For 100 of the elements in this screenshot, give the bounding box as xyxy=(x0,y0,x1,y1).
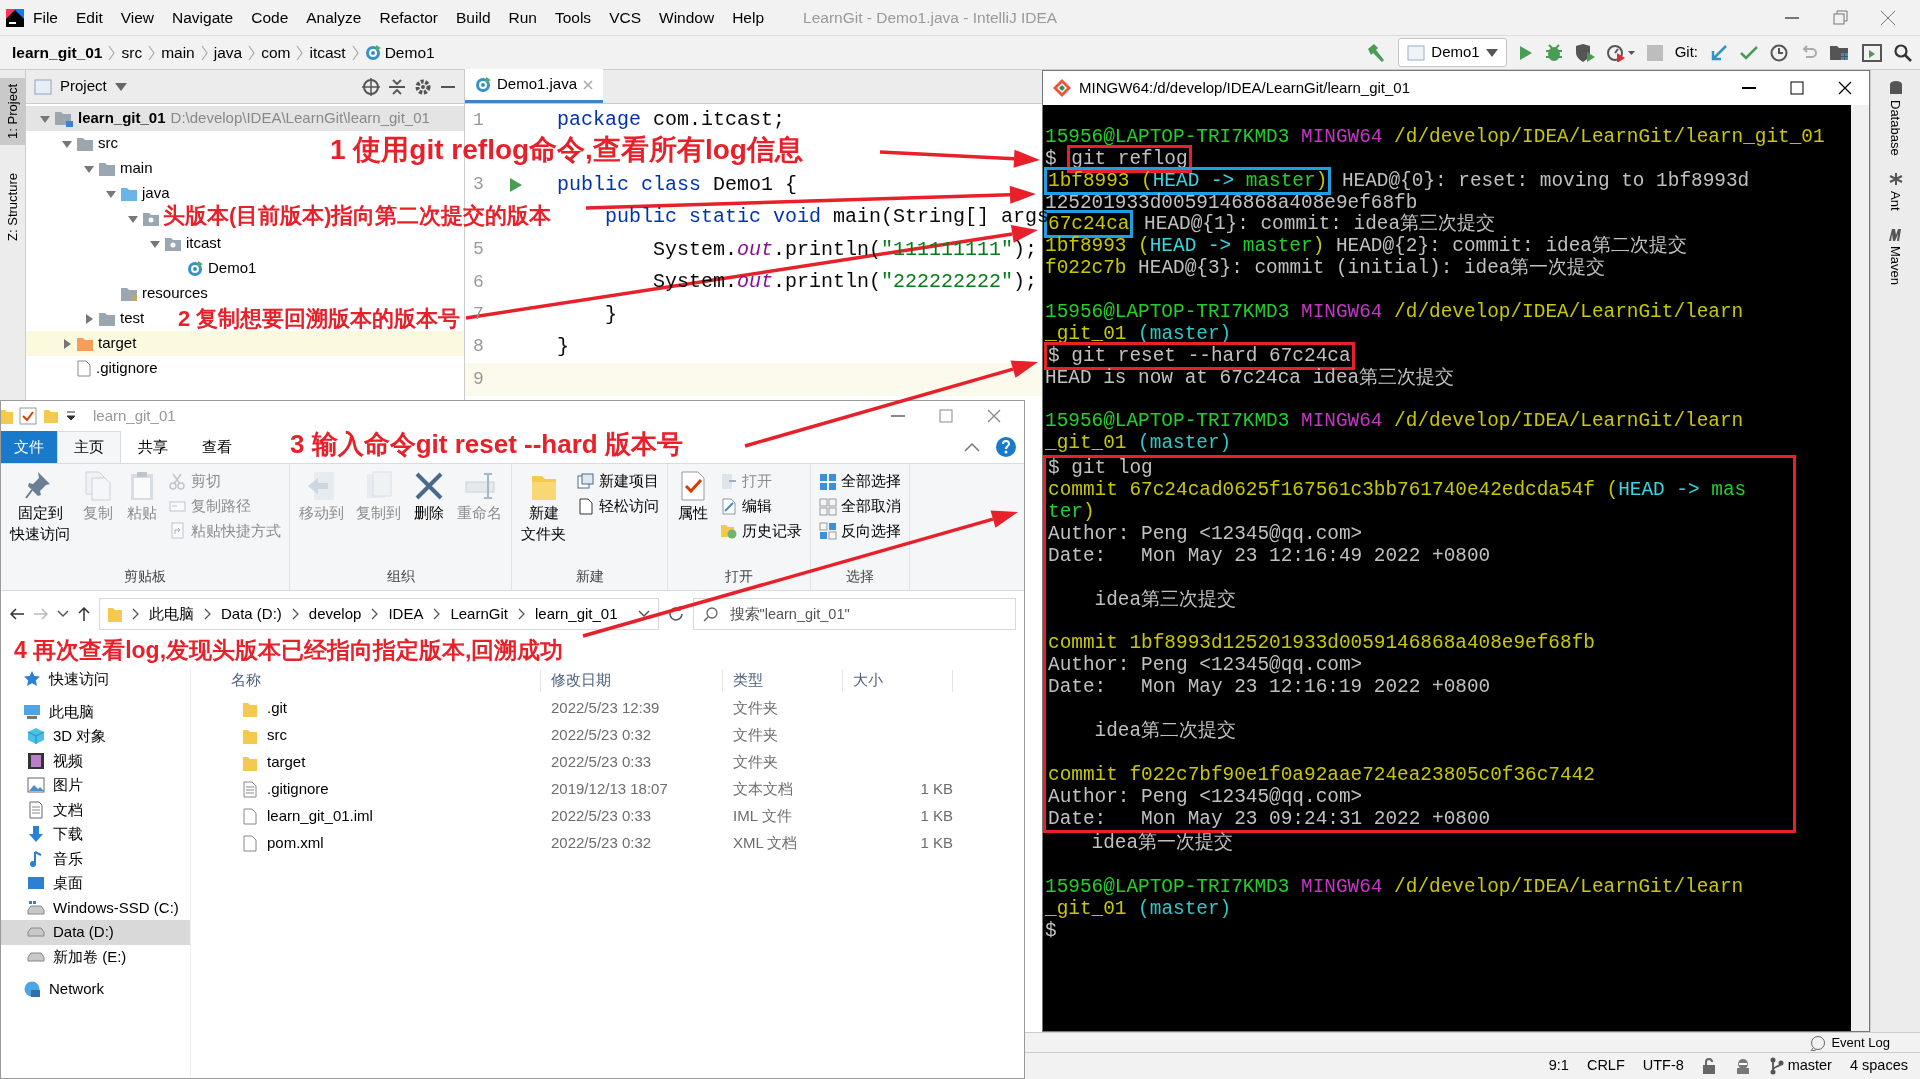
column-header[interactable]: 名称 xyxy=(221,670,541,692)
tree-item[interactable]: main xyxy=(120,157,153,180)
tree-item[interactable]: .gitignore xyxy=(96,357,158,380)
run-icon[interactable] xyxy=(509,176,523,193)
column-header[interactable]: 修改日期 xyxy=(541,670,723,692)
presentation-icon[interactable] xyxy=(1862,43,1882,62)
shield-run-icon[interactable] xyxy=(1574,43,1595,62)
event-log-button[interactable]: Event Log xyxy=(1831,1032,1890,1053)
help-icon[interactable] xyxy=(994,436,1017,458)
ribbon-button[interactable]: 属性 xyxy=(674,468,712,566)
expanded-arrow-icon[interactable] xyxy=(84,163,94,174)
tool-window-tab[interactable]: 1: Project xyxy=(0,78,26,145)
menu-item[interactable]: Run xyxy=(499,5,546,30)
expanded-arrow-icon[interactable] xyxy=(62,138,72,149)
menu-item[interactable]: Window xyxy=(650,5,724,30)
file-encoding[interactable]: UTF-8 xyxy=(1642,1055,1684,1077)
file-name[interactable]: target xyxy=(267,751,306,774)
expanded-arrow-icon[interactable] xyxy=(106,188,116,199)
settings-icon[interactable] xyxy=(414,77,432,96)
ribbon-button[interactable]: 新建 文件夹 xyxy=(518,468,569,566)
search-icon[interactable] xyxy=(1894,43,1912,62)
ribbon-button[interactable]: 历史记录 xyxy=(718,519,804,544)
panel-title[interactable]: Project xyxy=(60,75,107,98)
ribbon-button[interactable]: 删除 xyxy=(410,468,448,566)
address-segment[interactable]: LearnGit xyxy=(450,602,508,626)
nav-item[interactable]: Windows-SSD (C:) xyxy=(1,895,190,920)
up-arrow-icon[interactable] xyxy=(77,606,91,622)
tree-item[interactable]: test xyxy=(120,307,145,330)
nav-item[interactable]: Network xyxy=(1,977,190,1002)
bug-icon[interactable] xyxy=(1544,43,1563,62)
expanded-arrow-icon[interactable] xyxy=(128,213,138,224)
branch-widget[interactable]: master xyxy=(1787,1055,1832,1077)
caret-icon[interactable] xyxy=(57,610,69,618)
close-icon[interactable] xyxy=(583,79,594,90)
folder-grid-icon[interactable] xyxy=(1830,43,1850,62)
gauge-run-icon[interactable] xyxy=(1606,43,1635,62)
checkbox-icon[interactable] xyxy=(19,407,37,425)
nav-item[interactable]: 此电脑 xyxy=(1,699,190,724)
run-configuration-dropdown[interactable]: Demo1 xyxy=(1398,38,1507,67)
update-arrow-icon[interactable] xyxy=(1710,43,1728,62)
lock-icon[interactable] xyxy=(1701,1058,1716,1074)
menu-item[interactable]: Help xyxy=(723,5,774,30)
line-separator[interactable]: CRLF xyxy=(1586,1055,1625,1077)
ribbon-tab[interactable]: 查看 xyxy=(185,431,249,463)
expanded-arrow-icon[interactable] xyxy=(40,113,50,124)
breadcrumb[interactable]: src xyxy=(121,40,143,65)
menu-item[interactable]: Navigate xyxy=(163,5,243,30)
expanded-arrow-icon[interactable] xyxy=(150,238,160,249)
file-name[interactable]: .git xyxy=(267,697,287,720)
file-name[interactable]: learn_git_01.iml xyxy=(267,805,373,828)
menu-item[interactable]: Code xyxy=(242,5,298,30)
ribbon-tab[interactable]: 共享 xyxy=(121,431,185,463)
nav-item[interactable]: 下载 xyxy=(1,822,190,847)
nav-item[interactable]: 桌面 xyxy=(1,871,190,896)
address-bar[interactable]: 此电脑 Data (D:) develop IDEA LearnGit learn_git_01 xyxy=(99,598,659,630)
nav-item[interactable]: 音乐 xyxy=(1,846,190,871)
menu-item[interactable]: View xyxy=(111,5,164,30)
collapse-ribbon-icon[interactable] xyxy=(963,442,980,452)
tree-item[interactable]: java xyxy=(142,182,170,205)
nav-item[interactable]: 视频 xyxy=(1,748,190,773)
ribbon-button[interactable]: 反向选择 xyxy=(817,519,903,544)
ribbon-button[interactable]: 轻松访问 xyxy=(575,494,661,519)
breadcrumb[interactable]: com xyxy=(261,40,291,65)
ribbon-tab[interactable]: 主页 xyxy=(57,431,121,463)
collapse-icon[interactable] xyxy=(388,77,406,96)
address-segment[interactable]: IDEA xyxy=(388,602,424,626)
caret-icon[interactable] xyxy=(114,82,127,91)
ribbon-button[interactable]: 全部取消 xyxy=(817,494,903,519)
nav-item[interactable]: 新加卷 (E:) xyxy=(1,944,190,969)
ribbon-tab[interactable]: 文件 xyxy=(1,431,57,463)
menu-item[interactable]: Edit xyxy=(67,5,112,30)
column-header[interactable]: 大小 xyxy=(843,670,953,692)
address-segment[interactable]: learn_git_01 xyxy=(534,602,618,626)
address-segment[interactable]: 此电脑 xyxy=(149,602,194,626)
tree-item[interactable]: src xyxy=(98,132,118,155)
locate-icon[interactable] xyxy=(362,77,380,96)
collapsed-arrow-icon[interactable] xyxy=(62,338,72,349)
tree-item[interactable]: learn_git_01 xyxy=(78,107,166,130)
file-name[interactable]: .gitignore xyxy=(267,778,329,801)
hammer-icon[interactable] xyxy=(1366,42,1387,63)
menu-item[interactable]: Analyze xyxy=(297,5,371,30)
tree-item[interactable]: itcast xyxy=(186,232,221,255)
ribbon-button[interactable]: 编辑 xyxy=(718,494,804,519)
ribbon-button[interactable]: 新建项目 xyxy=(575,470,661,494)
dropdown-icon[interactable] xyxy=(65,410,77,422)
scrollbar[interactable] xyxy=(1851,105,1869,1031)
ribbon-button[interactable]: 全部选择 xyxy=(817,470,903,494)
tool-window-tab[interactable]: Z: Structure xyxy=(0,166,26,247)
tool-window-tab[interactable]: Maven xyxy=(1885,246,1906,286)
nav-item[interactable]: 快速访问 xyxy=(1,667,190,692)
menu-item[interactable]: VCS xyxy=(600,5,650,30)
refresh-icon[interactable] xyxy=(666,605,685,623)
file-name[interactable]: src xyxy=(267,724,287,747)
menu-item[interactable]: File xyxy=(24,5,67,30)
cursor-position[interactable]: 9:1 xyxy=(1548,1055,1569,1077)
menu-item[interactable]: Tools xyxy=(545,5,601,30)
menu-item[interactable]: Build xyxy=(447,5,500,30)
breadcrumb[interactable]: learn_git_01 xyxy=(12,40,103,65)
nav-item[interactable]: 文档 xyxy=(1,797,190,822)
tree-item[interactable]: resources xyxy=(142,282,208,305)
